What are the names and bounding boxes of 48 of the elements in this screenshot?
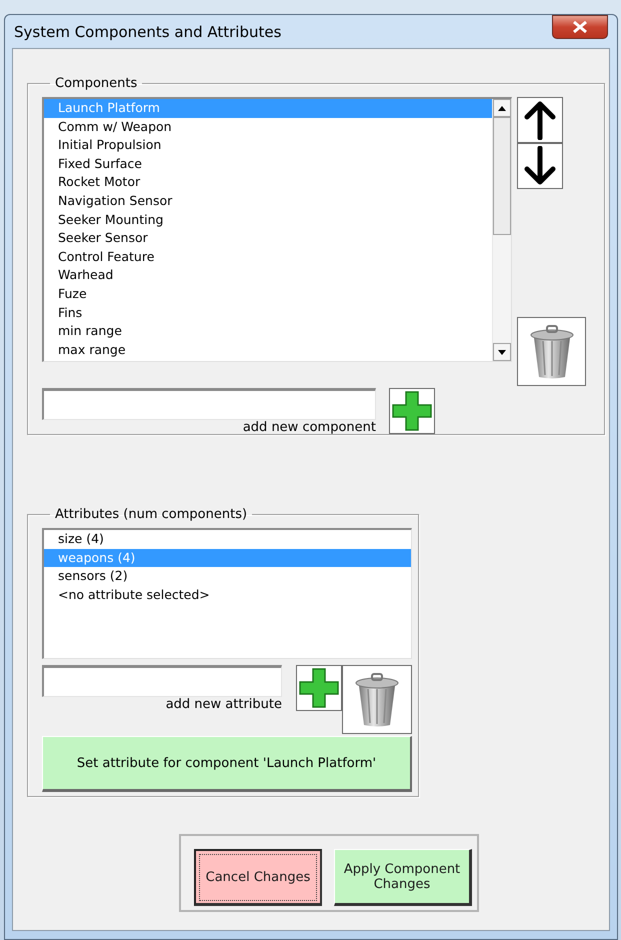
cancel-button[interactable]: Cancel Changes [194,849,322,906]
group-title: Attributes (num components) [54,507,248,522]
field-caption: add new attribute [166,697,282,712]
list-item[interactable]: size (4) [44,530,411,549]
field-caption: add new component [242,420,376,435]
scroll-thumb[interactable] [493,117,511,235]
window-title: System Components and Attributes [14,22,282,40]
list-item[interactable]: Fins [44,304,492,322]
scroll-up-button[interactable] [493,99,511,117]
arrow-down-icon [523,146,557,186]
triangle-up-icon [498,106,506,110]
trash-icon [354,672,400,728]
trash-icon [528,324,574,380]
list-item[interactable]: sensors (2) [44,567,411,586]
group-title: Components [54,76,138,91]
scroll-down-button[interactable] [493,343,511,361]
list-item[interactable]: Initial Propulsion [44,136,492,155]
set-attribute-button[interactable]: Set attribute for component 'Launch Platform' [42,736,412,792]
list-item[interactable]: Seeker Sensor [44,229,492,248]
list-item[interactable]: Fixed Surface [44,154,492,174]
delete-button[interactable] [342,665,412,734]
list-item[interactable]: <no attribute selected> [44,586,411,604]
list-item[interactable]: Warhead [44,266,492,285]
triangle-down-icon [498,350,506,354]
input-field[interactable] [42,665,282,697]
add-button[interactable] [296,665,342,711]
input-field[interactable] [42,388,376,420]
move-down-button[interactable] [517,143,563,189]
list-box[interactable]: Launch Platform Comm w/ Weapon Initial Propulsion Fixed Surface Rocket Motor Navigation Sensor Seeker Mounting Seeker Sensor Control Feature Warhead Fuze Fins min range max range [42,97,512,362]
list-item[interactable]: max range [44,340,492,360]
plus-icon [392,391,432,431]
list-box[interactable]: size (4) weapons (4) sensors (2) <no attribute selected> [42,528,412,659]
scrollbar[interactable] [492,99,511,361]
apply-button[interactable]: Apply Component Changes [334,849,472,906]
list-item[interactable]: Rocket Motor [44,173,492,192]
list-item[interactable]: Comm w/ Weapon [44,118,492,136]
arrow-up-icon [523,100,557,140]
list-item[interactable]: Navigation Sensor [44,192,492,211]
close-icon [571,20,589,34]
delete-button[interactable] [517,317,586,386]
add-button[interactable] [389,388,435,434]
move-up-button[interactable] [517,97,563,143]
close-button[interactable] [552,14,608,38]
plus-icon [299,668,339,708]
list-item[interactable]: Fuze [44,284,492,304]
list-item[interactable]: min range [44,322,492,341]
list-item[interactable]: Seeker Mounting [44,210,492,230]
list-item[interactable]: Control Feature [44,248,492,266]
